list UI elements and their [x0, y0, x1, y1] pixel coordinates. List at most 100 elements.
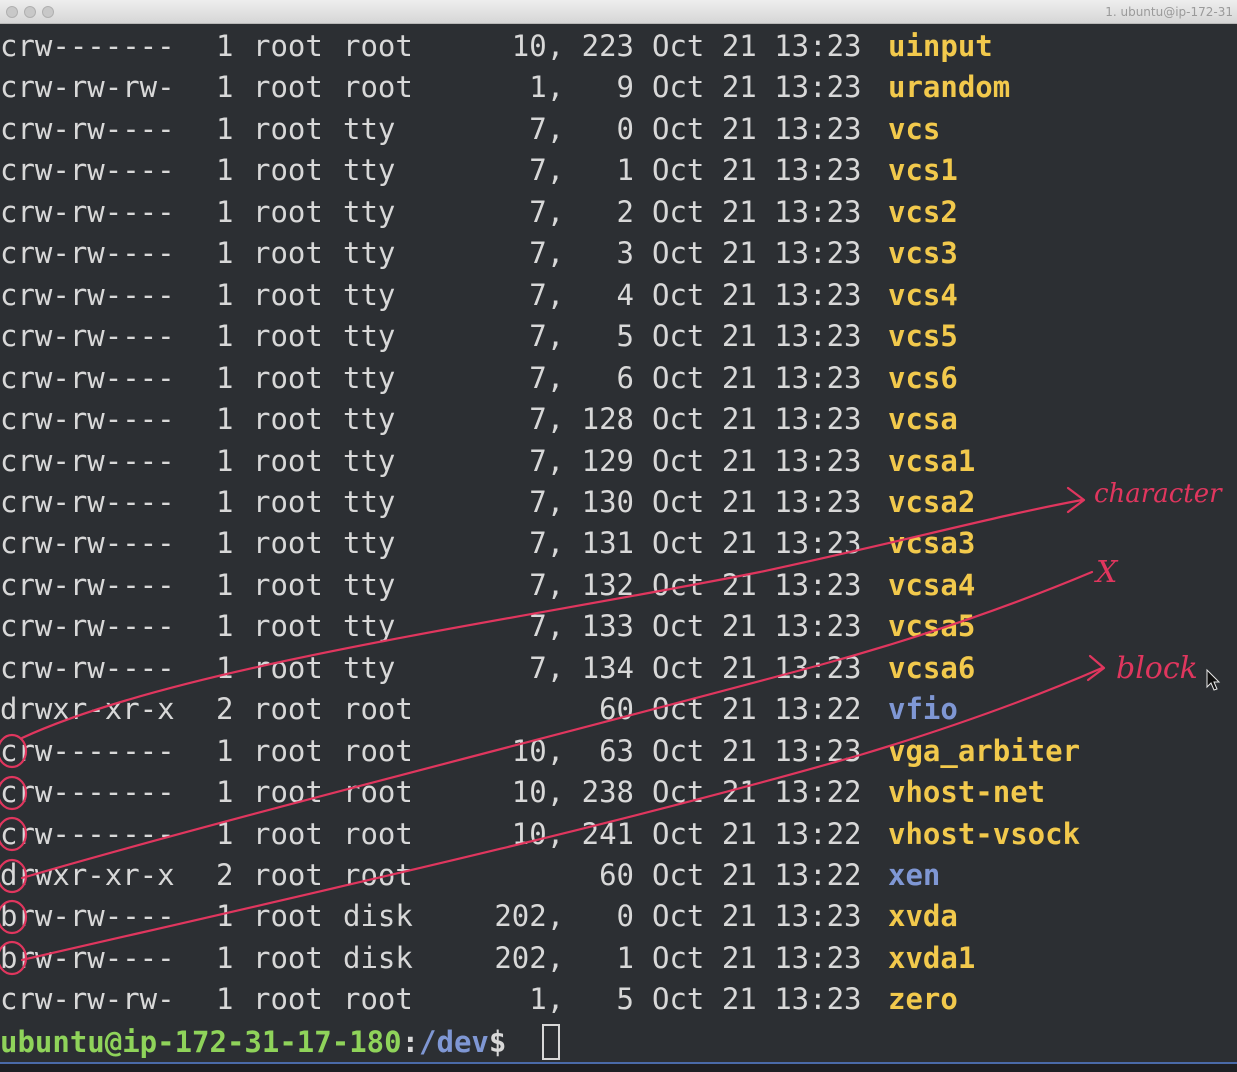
listing-row: crw-rw---- 1 root tty 7, 132 Oct 21 13:23 vcsa…: [0, 565, 1237, 606]
owner-cell: root: [253, 775, 323, 810]
date-cell: Oct 21 13:22: [652, 858, 862, 892]
zoom-window-button[interactable]: [42, 6, 54, 18]
owner-cell: root: [253, 982, 323, 1017]
date-cell: Oct 21 13:23: [652, 526, 862, 561]
listing-row: crw-rw---- 1 root tty 7, 4 Oct 21 13:23 vcs4: [0, 275, 1237, 316]
filename-cell: vcs: [888, 111, 941, 146]
size-cell: 7, 129: [529, 443, 634, 478]
filename-cell: urandom: [888, 70, 1011, 105]
owner-cell: root: [253, 153, 323, 188]
permissions-cell: brw-rw----: [0, 899, 175, 934]
links-cell: 1: [216, 443, 234, 478]
owner-cell: root: [253, 484, 323, 519]
permissions-cell: drwxr-xr-x: [0, 858, 175, 892]
permissions-cell: crw-rw-rw-: [0, 70, 175, 105]
minimize-window-button[interactable]: [24, 6, 36, 18]
permissions-cell: crw-rw----: [0, 650, 175, 685]
permissions-cell: crw-rw----: [0, 567, 175, 602]
listing-row: crw-rw---- 1 root tty 7, 129 Oct 21 13:23 vcsa…: [0, 441, 1237, 482]
listing-row: crw-rw-rw- 1 root root 1, 9 Oct 21 13:23 urand…: [0, 67, 1237, 108]
links-cell: 1: [216, 29, 234, 63]
group-cell: tty: [343, 277, 396, 312]
terminal-cursor[interactable]: [542, 1024, 560, 1060]
listing-row: crw-rw---- 1 root tty 7, 2 Oct 21 13:23 vcs2: [0, 192, 1237, 233]
listing-row: brw-rw---- 1 root disk 202, 1 Oct 21 13:23 xvd…: [0, 938, 1237, 979]
prompt-path: /dev: [419, 1025, 489, 1059]
date-cell: Oct 21 13:23: [652, 733, 862, 768]
group-cell: tty: [343, 526, 396, 561]
group-cell: tty: [343, 650, 396, 685]
date-cell: Oct 21 13:23: [652, 277, 862, 312]
size-cell: 1, 9: [529, 70, 634, 105]
permissions-cell: crw-rw----: [0, 236, 175, 271]
listing-row: crw-rw---- 1 root tty 7, 6 Oct 21 13:23 vcs6: [0, 358, 1237, 399]
permissions-cell: crw-------: [0, 29, 175, 63]
size-cell: 7, 4: [529, 277, 634, 312]
permissions-cell: crw-rw----: [0, 319, 175, 354]
group-cell: tty: [343, 443, 396, 478]
size-cell: 10, 63: [511, 733, 634, 768]
links-cell: 1: [216, 899, 234, 934]
listing-row: brw-rw---- 1 root disk 202, 0 Oct 21 13:23 xvd…: [0, 896, 1237, 937]
owner-cell: root: [253, 319, 323, 354]
filename-cell: zero: [888, 982, 958, 1017]
links-cell: 1: [216, 567, 234, 602]
group-cell: tty: [343, 484, 396, 519]
filename-cell: vcsa2: [888, 484, 976, 519]
size-cell: 1, 5: [529, 982, 634, 1017]
date-cell: Oct 21 13:22: [652, 692, 862, 727]
permissions-cell: crw-------: [0, 816, 175, 851]
listing-row: drwxr-xr-x 2 root root 60 Oct 21 13:22 vfio: [0, 689, 1237, 730]
terminal-output[interactable]: crw------- 1 root root 10, 223 Oct 21 13:23 ui…: [0, 25, 1237, 1062]
window-title: 1. ubuntu@ip-172-31: [1105, 5, 1233, 19]
size-cell: 7, 3: [529, 236, 634, 271]
close-window-button[interactable]: [6, 6, 18, 18]
date-cell: Oct 21 13:23: [652, 484, 862, 519]
listing-row: crw-rw---- 1 root tty 7, 133 Oct 21 13:23 vcsa…: [0, 606, 1237, 647]
listing-row: crw------- 1 root root 10, 63 Oct 21 13:23 vga…: [0, 731, 1237, 772]
size-cell: 7, 132: [529, 567, 634, 602]
owner-cell: root: [253, 858, 323, 892]
filename-cell: uinput: [888, 29, 993, 63]
listing-row: crw-rw---- 1 root tty 7, 5 Oct 21 13:23 vcs5: [0, 316, 1237, 357]
date-cell: Oct 21 13:23: [652, 567, 862, 602]
window-titlebar[interactable]: 1. ubuntu@ip-172-31: [0, 0, 1237, 24]
group-cell: tty: [343, 153, 396, 188]
links-cell: 1: [216, 277, 234, 312]
links-cell: 1: [216, 733, 234, 768]
owner-cell: root: [253, 733, 323, 768]
links-cell: 1: [216, 484, 234, 519]
group-cell: root: [343, 70, 413, 105]
size-cell: 7, 131: [529, 526, 634, 561]
group-cell: root: [343, 692, 413, 727]
date-cell: Oct 21 13:23: [652, 29, 862, 63]
owner-cell: root: [253, 111, 323, 146]
owner-cell: root: [253, 567, 323, 602]
links-cell: 1: [216, 236, 234, 271]
group-cell: root: [343, 816, 413, 851]
prompt-user-host: ubuntu@ip-172-31-17-180: [0, 1025, 402, 1059]
filename-cell: vcs3: [888, 236, 958, 271]
shell-prompt[interactable]: ubuntu@ip-172-31-17-180:/dev$: [0, 1021, 524, 1063]
links-cell: 1: [216, 650, 234, 685]
group-cell: disk: [343, 899, 413, 934]
permissions-cell: crw-------: [0, 775, 175, 810]
permissions-cell: crw-rw----: [0, 277, 175, 312]
size-cell: 202, 1: [494, 940, 634, 975]
group-cell: root: [343, 733, 413, 768]
listing-row: crw-rw---- 1 root tty 7, 1 Oct 21 13:23 vcs1: [0, 150, 1237, 191]
owner-cell: root: [253, 443, 323, 478]
permissions-cell: crw-rw----: [0, 443, 175, 478]
owner-cell: root: [253, 402, 323, 437]
links-cell: 1: [216, 609, 234, 644]
date-cell: Oct 21 13:23: [652, 236, 862, 271]
filename-cell: vcsa1: [888, 443, 976, 478]
links-cell: 1: [216, 194, 234, 229]
filename-cell: vhost-vsock: [888, 816, 1081, 851]
size-cell: 10, 223: [511, 29, 634, 63]
filename-cell: xvda: [888, 899, 958, 934]
owner-cell: root: [253, 692, 323, 727]
owner-cell: root: [253, 360, 323, 395]
permissions-cell: crw-rw----: [0, 526, 175, 561]
listing-row: crw-rw---- 1 root tty 7, 0 Oct 21 13:23 vcs: [0, 109, 1237, 150]
